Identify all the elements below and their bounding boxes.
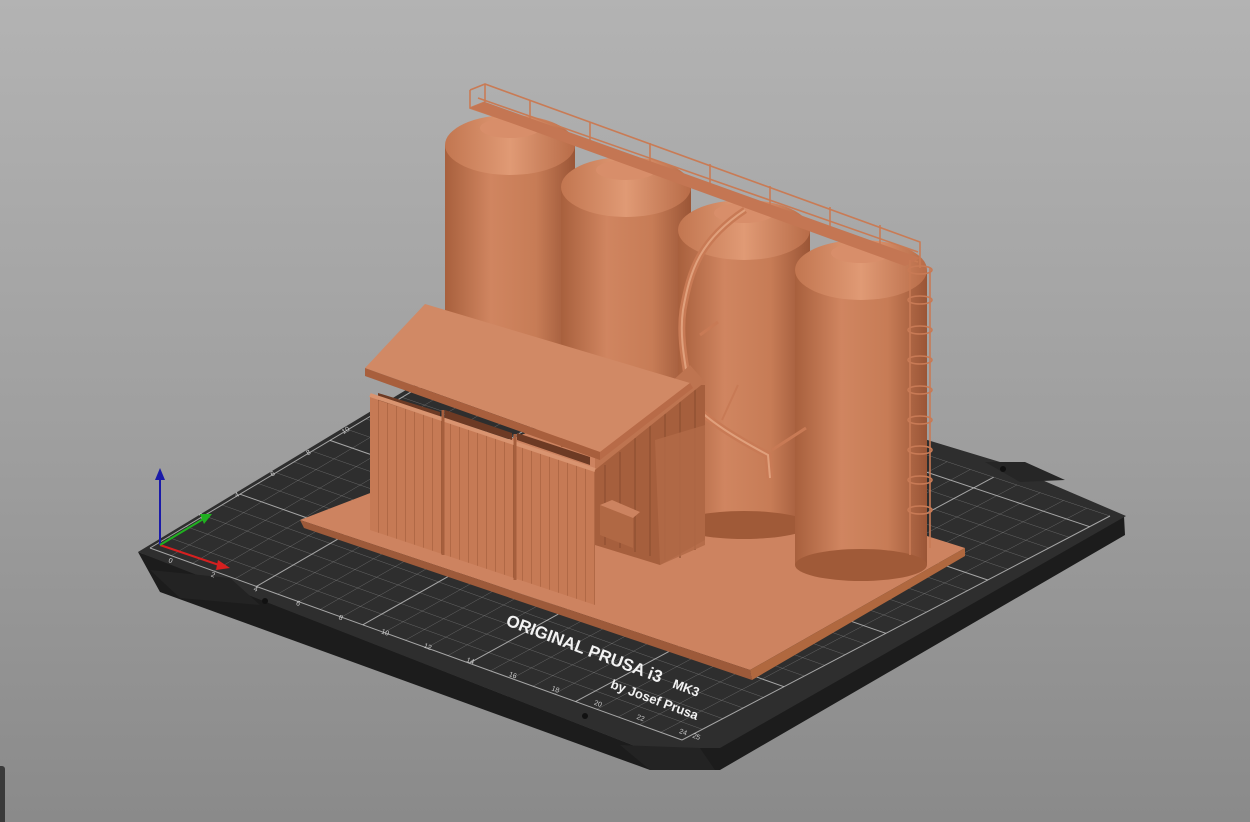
- bed-screw-3: [1000, 466, 1006, 472]
- z-axis-arrow-icon: [155, 468, 165, 480]
- scene-canvas[interactable]: 024681012141618202224252468101214161820 …: [0, 0, 1250, 822]
- silo-4: [795, 240, 927, 581]
- 3d-viewport[interactable]: 024681012141618202224252468101214161820 …: [0, 0, 1250, 822]
- bed-screw-2: [582, 713, 588, 719]
- bed-screw-1: [262, 598, 268, 604]
- sidebar-collapse-handle[interactable]: [0, 766, 5, 822]
